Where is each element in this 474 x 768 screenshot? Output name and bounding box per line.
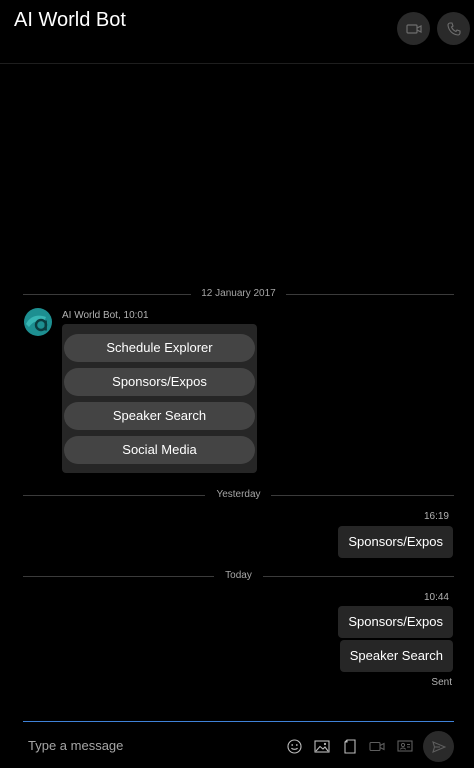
audio-call-button[interactable] <box>437 12 470 45</box>
date-divider-yesterday: Yesterday <box>23 488 454 502</box>
video-camera-icon <box>405 23 422 34</box>
message-time: 10:44 <box>423 592 449 603</box>
sent-status-label: Sent <box>431 677 452 688</box>
chat-header: AI World Bot <box>0 0 474 64</box>
bot-sender-label: AI World Bot, 10:01 <box>62 310 149 321</box>
message-input[interactable] <box>28 735 258 755</box>
schedule-explorer-button[interactable]: Schedule Explorer <box>64 334 255 362</box>
image-icon <box>314 739 330 753</box>
composer-focus-line <box>23 721 454 722</box>
bot-avatar[interactable] <box>24 308 52 336</box>
sponsors-expos-button[interactable]: Sponsors/Expos <box>64 368 255 396</box>
bot-quick-reply-card: Schedule Explorer Sponsors/Expos Speaker… <box>62 324 257 473</box>
message-time: 16:19 <box>423 511 449 522</box>
outgoing-message-bubble[interactable]: Sponsors/Expos <box>338 526 453 558</box>
contact-card-button[interactable] <box>396 738 414 754</box>
date-divider-today: Today <box>23 569 454 583</box>
image-button[interactable] <box>313 738 331 754</box>
emoji-button[interactable] <box>285 738 303 754</box>
outgoing-message-bubble[interactable]: Speaker Search <box>339 640 453 672</box>
phone-icon <box>446 21 461 36</box>
send-icon <box>431 740 446 753</box>
file-icon <box>344 738 356 754</box>
speaker-search-button[interactable]: Speaker Search <box>64 402 255 430</box>
chat-title: AI World Bot <box>14 9 126 31</box>
video-message-button[interactable] <box>368 738 386 754</box>
bot-logo-icon <box>24 308 52 336</box>
video-camera-icon <box>369 741 385 751</box>
outgoing-message-bubble[interactable]: Sponsors/Expos <box>338 606 453 638</box>
contact-card-icon <box>397 740 413 752</box>
send-button[interactable] <box>423 731 454 762</box>
message-composer <box>0 721 474 768</box>
social-media-button[interactable]: Social Media <box>64 436 255 464</box>
video-call-button[interactable] <box>397 12 430 45</box>
file-button[interactable] <box>341 738 359 754</box>
date-divider-jan-12: 12 January 2017 <box>23 287 454 301</box>
smiley-icon <box>286 738 302 754</box>
